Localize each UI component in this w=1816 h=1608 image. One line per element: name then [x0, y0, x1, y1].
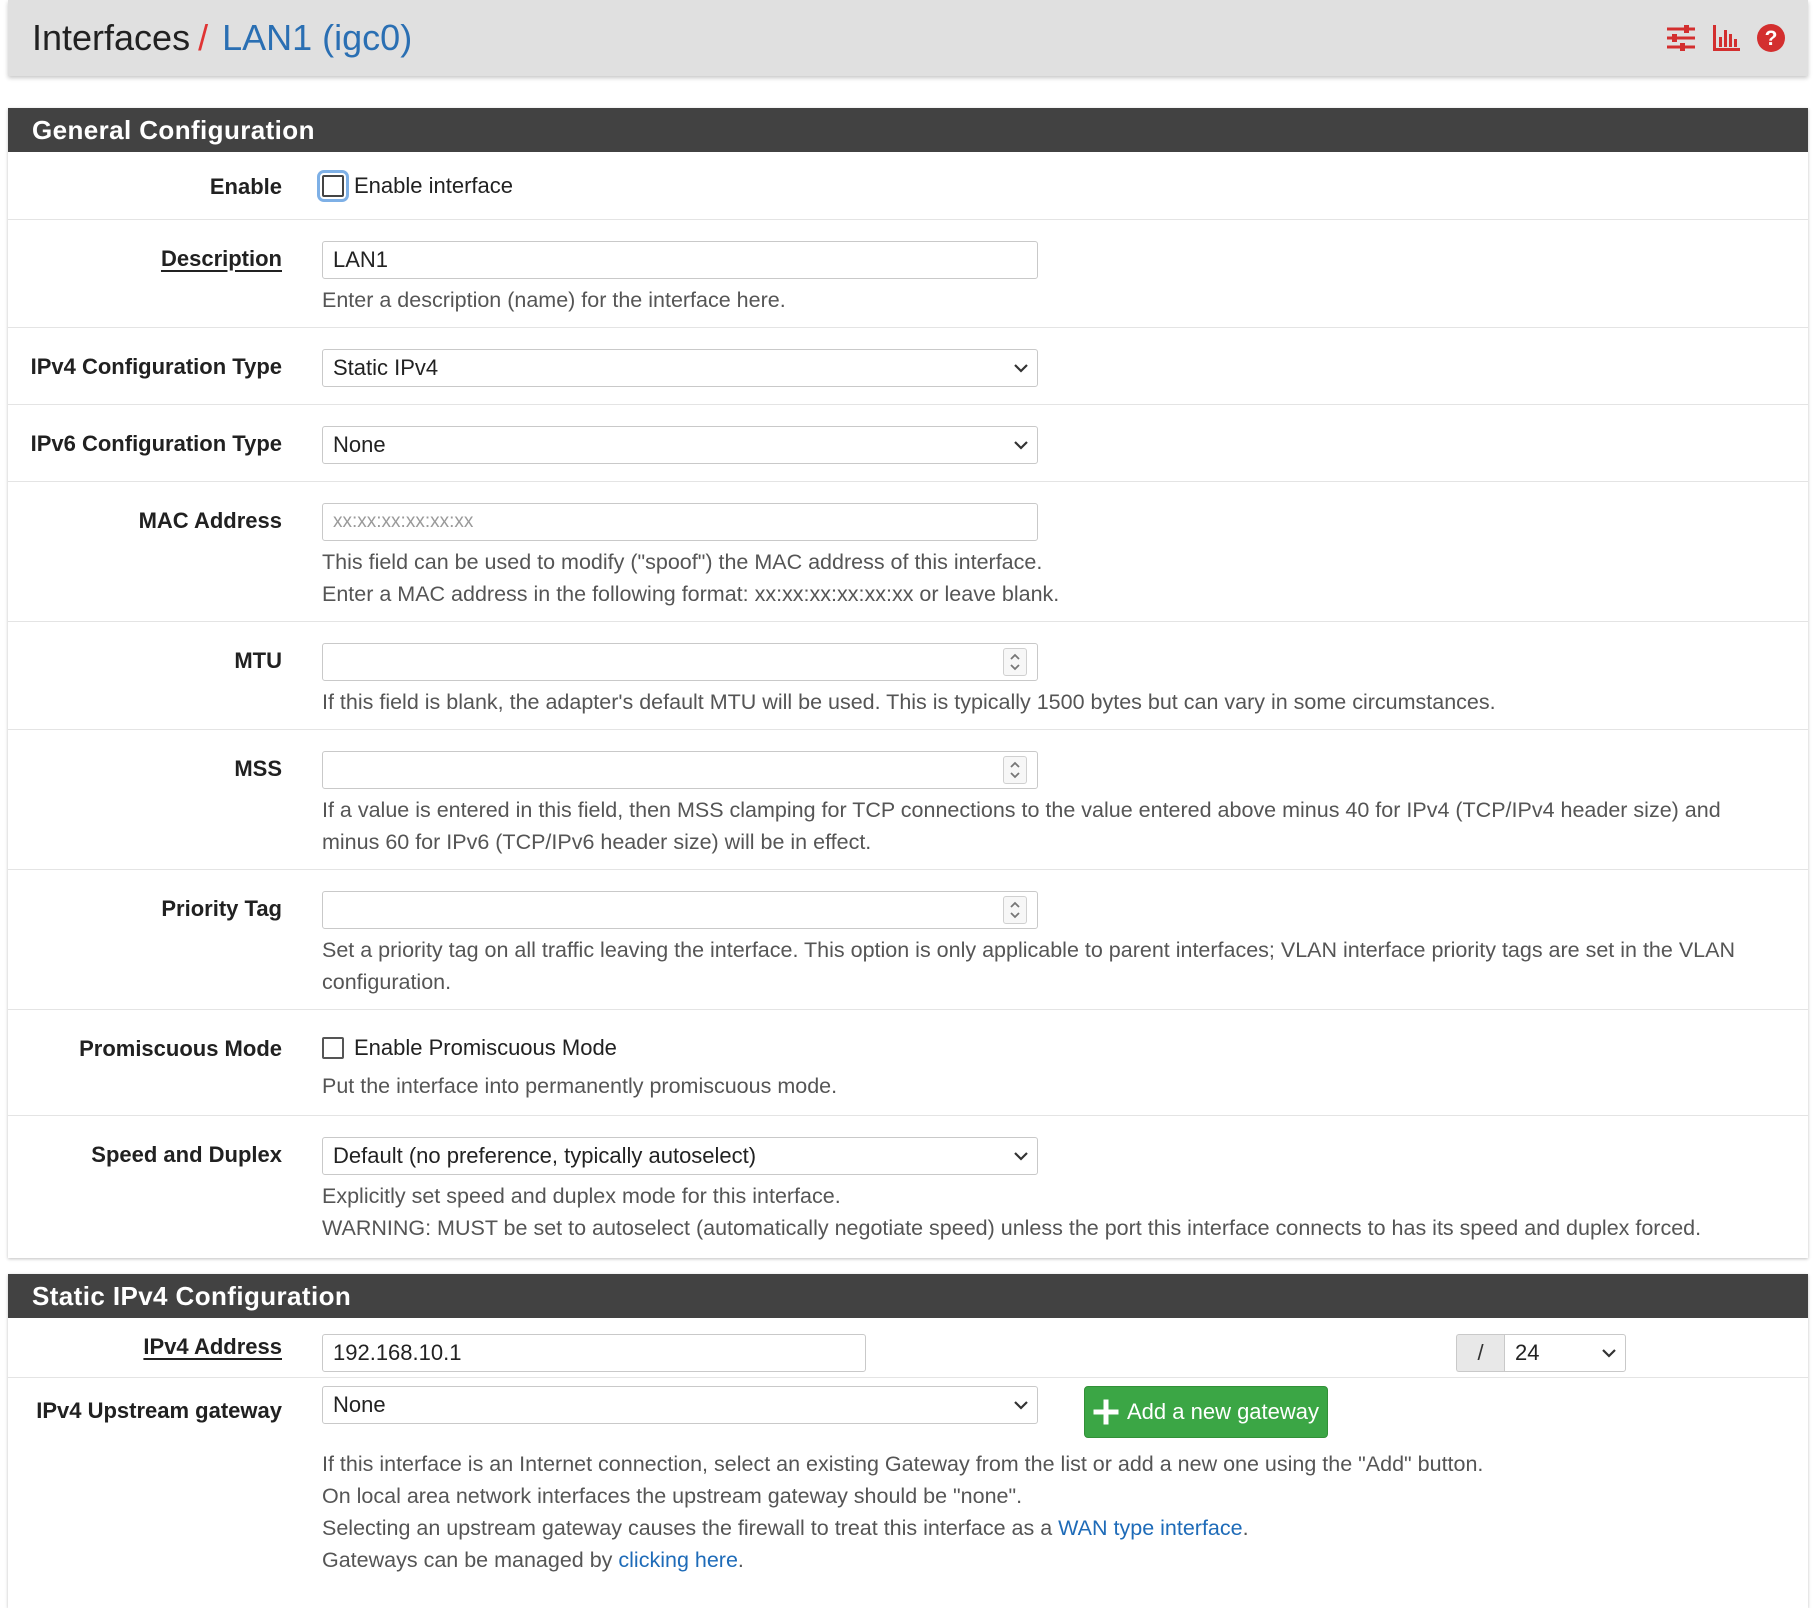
- header-icons: ?: [1666, 23, 1786, 53]
- gateway-row: IPv4 Upstream gateway None Add a new gat…: [8, 1378, 1808, 1608]
- mss-input[interactable]: [322, 751, 1038, 789]
- priority-help-line: Set a priority tag on all traffic leavin…: [322, 938, 1735, 962]
- enable-label: Enable: [209, 174, 282, 199]
- ipv6-type-select[interactable]: None: [322, 426, 1038, 464]
- bar-chart-icon[interactable]: [1712, 25, 1740, 51]
- general-config-panel: General Configuration Enable Enable inte…: [8, 108, 1808, 1258]
- cidr-slash: /: [1456, 1334, 1504, 1372]
- gateway-value: None: [333, 1392, 386, 1417]
- plus-icon: [1093, 1399, 1119, 1425]
- speed-row: Speed and Duplex Default (no preference,…: [8, 1116, 1808, 1258]
- gateway-select[interactable]: None: [322, 1386, 1038, 1424]
- chevron-down-icon: [1014, 364, 1028, 373]
- description-row: Description LAN1 Enter a description (na…: [8, 220, 1808, 328]
- gateway-help-line: Selecting an upstream gateway causes the…: [322, 1512, 1483, 1544]
- mss-help-line: If a value is entered in this field, the…: [322, 798, 1721, 822]
- mac-help-line: Enter a MAC address in the following for…: [322, 582, 1060, 606]
- breadcrumb: Interfaces / LAN1 (igc0): [32, 17, 412, 59]
- mtu-label: MTU: [234, 648, 282, 673]
- promisc-row: Promiscuous Mode Enable Promiscuous Mode…: [8, 1010, 1808, 1116]
- gateway-help-line: If this interface is an Internet connect…: [322, 1452, 1484, 1476]
- gateway-help: If this interface is an Internet connect…: [322, 1448, 1483, 1576]
- enable-control: Enable interface: [317, 170, 513, 202]
- mss-row: MSS If a value is entered in this field,…: [8, 730, 1808, 870]
- gateways-link[interactable]: clicking here: [618, 1548, 738, 1572]
- chevron-down-icon: [1602, 1349, 1616, 1358]
- ipv4-type-label: IPv4 Configuration Type: [30, 354, 282, 379]
- speed-help-line: WARNING: MUST be set to autoselect (auto…: [322, 1216, 1702, 1240]
- chevron-down-icon: [1014, 441, 1028, 450]
- chevron-down-icon: [1014, 1401, 1028, 1410]
- ipv6-type-label: IPv6 Configuration Type: [30, 431, 282, 456]
- ipv4-type-value: Static IPv4: [333, 355, 439, 380]
- gateway-help-text: .: [737, 1548, 744, 1572]
- ipv4-address-row: IPv4 Address 192.168.10.1 / 24: [8, 1318, 1808, 1378]
- ipv6-type-row: IPv6 Configuration Type None: [8, 405, 1808, 482]
- ipv4-address-label: IPv4 Address: [143, 1334, 282, 1359]
- gateway-help-line: Gateways can be managed by clicking here…: [322, 1544, 1483, 1576]
- description-input[interactable]: LAN1: [322, 241, 1038, 279]
- ipv6-type-value: None: [333, 432, 386, 457]
- panel-title: Static IPv4 Configuration: [8, 1274, 1808, 1318]
- breadcrumb-separator: /: [198, 17, 209, 58]
- cidr-value: 24: [1515, 1340, 1540, 1365]
- cidr-select[interactable]: 24: [1504, 1334, 1626, 1372]
- promisc-checkbox[interactable]: [322, 1037, 344, 1059]
- gateway-help-text: .: [1242, 1516, 1249, 1540]
- speed-value: Default (no preference, typically autose…: [333, 1143, 757, 1168]
- mtu-row: MTU If this field is blank, the adapter'…: [8, 622, 1808, 730]
- breadcrumb-root[interactable]: Interfaces: [32, 17, 190, 59]
- priority-label: Priority Tag: [161, 896, 282, 921]
- enable-checkbox[interactable]: [317, 170, 349, 202]
- mss-help-line: minus 60 for IPv6 (TCP/IPv6 header size)…: [322, 830, 872, 854]
- breadcrumb-bar: Interfaces / LAN1 (igc0) ?: [8, 0, 1808, 76]
- add-gateway-button[interactable]: Add a new gateway: [1084, 1386, 1329, 1438]
- description-help: Enter a description (name) for the inter…: [322, 288, 786, 312]
- priority-input[interactable]: [322, 891, 1038, 929]
- page: Interfaces / LAN1 (igc0) ? General Confi…: [0, 0, 1816, 1608]
- gateway-help-text: Selecting an upstream gateway causes the…: [322, 1516, 1059, 1540]
- speed-label: Speed and Duplex: [91, 1142, 282, 1167]
- ipv4-type-select[interactable]: Static IPv4: [322, 349, 1038, 387]
- enable-row: Enable Enable interface: [8, 152, 1808, 220]
- mac-help-line: This field can be used to modify ("spoof…: [322, 550, 1043, 574]
- wan-type-link[interactable]: WAN type interface: [1058, 1516, 1242, 1540]
- promisc-checkbox-label[interactable]: Enable Promiscuous Mode: [354, 1035, 617, 1061]
- mac-input[interactable]: xx:xx:xx:xx:xx:xx: [322, 503, 1038, 541]
- promisc-control: Enable Promiscuous Mode: [322, 1035, 617, 1061]
- sliders-icon[interactable]: [1666, 25, 1696, 51]
- speed-help: Explicitly set speed and duplex mode for…: [322, 1180, 1701, 1244]
- priority-help-line: configuration.: [322, 970, 452, 994]
- chevron-down-icon: [1014, 1152, 1028, 1161]
- gateway-help-line: On local area network interfaces the ups…: [322, 1484, 1023, 1508]
- mss-label: MSS: [234, 756, 282, 781]
- mac-help: This field can be used to modify ("spoof…: [322, 546, 1059, 610]
- ipv4-type-row: IPv4 Configuration Type Static IPv4: [8, 328, 1808, 405]
- speed-select[interactable]: Default (no preference, typically autose…: [322, 1137, 1038, 1175]
- spinner-icon[interactable]: [1003, 756, 1027, 784]
- help-icon[interactable]: ?: [1756, 23, 1786, 53]
- enable-checkbox-label[interactable]: Enable interface: [354, 173, 513, 199]
- mtu-input[interactable]: [322, 643, 1038, 681]
- static-ipv4-panel: Static IPv4 Configuration IPv4 Address 1…: [8, 1274, 1808, 1608]
- gateway-help-text: Gateways can be managed by: [322, 1548, 619, 1572]
- ipv4-address-input[interactable]: 192.168.10.1: [322, 1334, 866, 1372]
- spinner-icon[interactable]: [1003, 896, 1027, 924]
- mtu-help: If this field is blank, the adapter's de…: [322, 690, 1496, 714]
- mss-help: If a value is entered in this field, the…: [322, 794, 1721, 858]
- speed-help-line: Explicitly set speed and duplex mode for…: [322, 1184, 841, 1208]
- svg-text:?: ?: [1765, 27, 1778, 50]
- mac-row: MAC Address xx:xx:xx:xx:xx:xx This field…: [8, 482, 1808, 622]
- description-label: Description: [160, 246, 282, 271]
- priority-help: Set a priority tag on all traffic leavin…: [322, 934, 1735, 998]
- priority-row: Priority Tag Set a priority tag on all t…: [8, 870, 1808, 1010]
- spinner-icon[interactable]: [1003, 648, 1027, 676]
- promisc-help: Put the interface into permanently promi…: [322, 1074, 838, 1098]
- mac-label: MAC Address: [138, 508, 282, 533]
- breadcrumb-current[interactable]: LAN1 (igc0): [222, 17, 412, 59]
- panel-title: General Configuration: [8, 108, 1808, 152]
- promisc-label: Promiscuous Mode: [79, 1036, 282, 1061]
- add-gateway-label: Add a new gateway: [1127, 1399, 1320, 1424]
- gateway-label: IPv4 Upstream gateway: [36, 1398, 282, 1423]
